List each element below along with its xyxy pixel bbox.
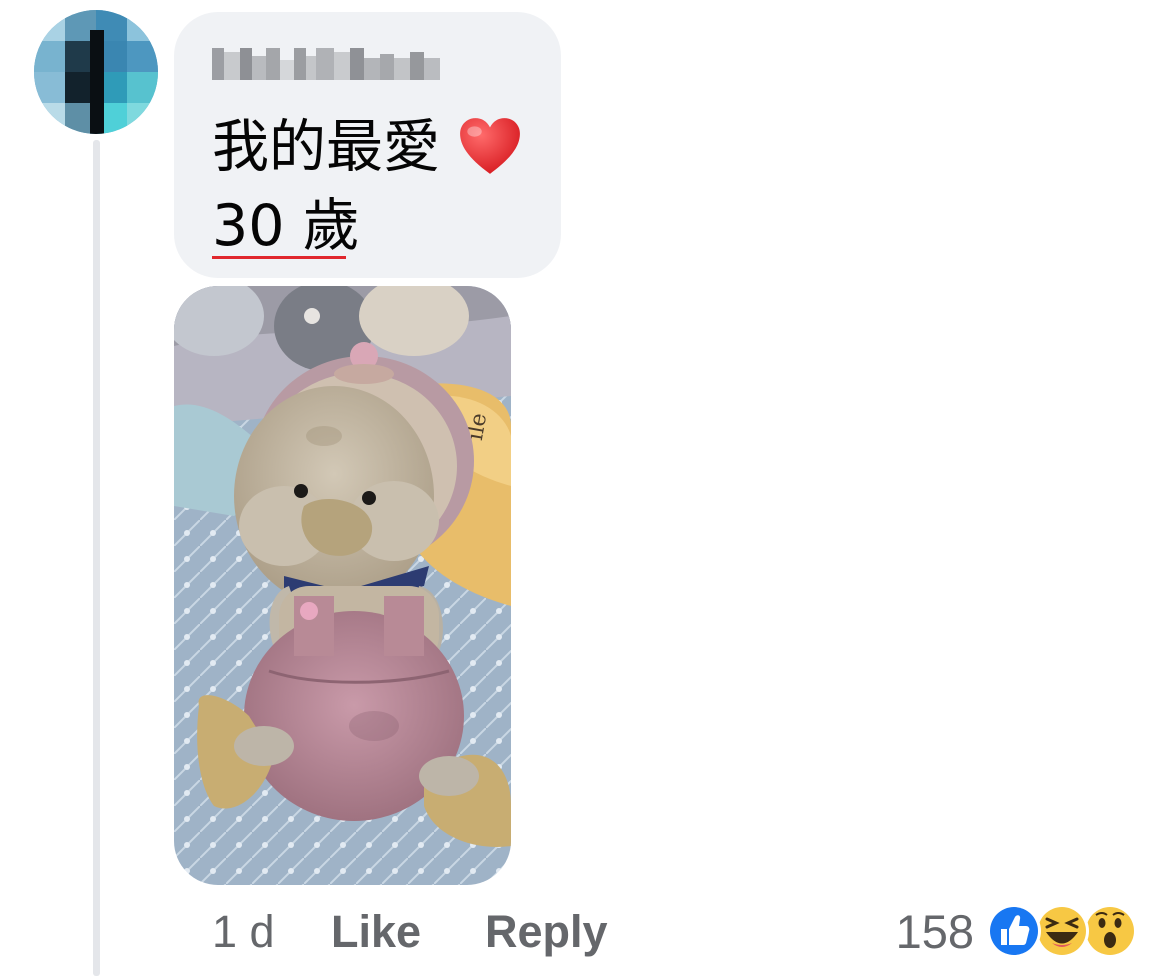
comment-thread: 我的最愛 30 歲 ile 1 d Like Reply 158 — [0, 0, 1170, 976]
reaction-icons[interactable] — [986, 903, 1138, 961]
avatar[interactable] — [34, 10, 158, 134]
author-name[interactable] — [212, 44, 442, 84]
like-button[interactable]: Like — [331, 904, 421, 960]
comment-text-line1: 我的最愛 — [212, 114, 440, 180]
comment-text-line2: 30 歲 — [212, 193, 360, 259]
comment-timestamp: 1 d — [212, 906, 275, 957]
thread-line — [93, 140, 100, 976]
like-reaction-icon — [987, 904, 1041, 958]
spellcheck-underline — [212, 256, 346, 259]
reaction-count[interactable]: 158 — [896, 904, 974, 960]
attached-photo[interactable]: ile — [174, 286, 511, 885]
reply-button[interactable]: Reply — [485, 904, 608, 960]
haha-reaction-icon — [1035, 904, 1089, 958]
wow-reaction-icon — [1083, 904, 1137, 958]
red-heart-emoji-icon — [460, 118, 520, 174]
